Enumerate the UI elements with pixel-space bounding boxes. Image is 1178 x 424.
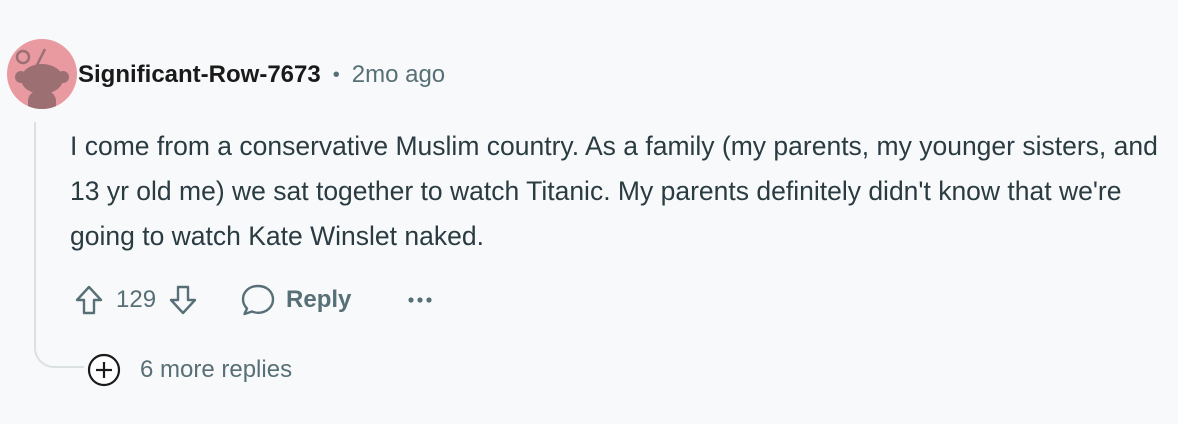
arrow-up-icon: [75, 285, 103, 315]
arrow-down-icon: [169, 285, 197, 315]
ellipsis-icon: [408, 297, 433, 303]
reddit-snoo-avatar-icon: [15, 48, 69, 109]
plus-circle-icon: [87, 353, 121, 387]
avatar[interactable]: [7, 39, 77, 109]
downvote-button[interactable]: [164, 280, 202, 320]
upvote-button[interactable]: [70, 280, 108, 320]
thread-connector: [34, 322, 84, 368]
comment-header: Significant-Row-7673 • 2mo ago: [78, 58, 445, 92]
more-replies-label: 6 more replies: [140, 356, 293, 383]
separator-dot: •: [332, 63, 340, 86]
timestamp[interactable]: 2mo ago: [352, 61, 445, 89]
username-link[interactable]: Significant-Row-7673: [78, 61, 321, 89]
comment-body: I come from a conservative Muslim countr…: [70, 131, 1158, 251]
more-replies-button[interactable]: 6 more replies: [86, 350, 292, 390]
comment-actions: 129 Reply: [70, 276, 433, 324]
more-options-button[interactable]: [407, 280, 433, 320]
speech-bubble-icon: [241, 284, 275, 316]
reply-button[interactable]: Reply: [240, 283, 351, 317]
thread-line[interactable]: [34, 122, 36, 344]
reply-label: Reply: [286, 286, 352, 313]
vote-score: 129: [116, 286, 157, 313]
